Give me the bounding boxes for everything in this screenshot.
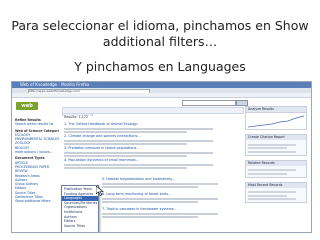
search-input[interactable] xyxy=(182,100,236,106)
panel-text xyxy=(248,150,296,153)
sparkline-graphic xyxy=(247,115,305,128)
panel-text xyxy=(248,191,296,193)
caption-line-1: Para seleccionar el idioma, pinchamos en… xyxy=(11,18,309,33)
related-records-box: Related Records xyxy=(245,159,307,178)
additional-filters-menu: Publication Years Funding Agencies Langu… xyxy=(61,185,99,232)
result-title[interactable]: 5. Habitat fragmentation and biodiversit… xyxy=(102,177,239,181)
result-meta xyxy=(102,216,198,218)
results-toolbar xyxy=(62,107,244,114)
caption-line-3: Y pinchamos en Languages xyxy=(74,59,246,74)
result-meta xyxy=(102,182,219,185)
result-title[interactable]: 2. Climate change and species interactio… xyxy=(64,134,239,138)
result-meta xyxy=(64,131,187,133)
filter-options: Publication Years Funding Agencies Langu… xyxy=(62,186,98,228)
screenshot: Web of Knowledge - Mozilla Firefox http:… xyxy=(11,81,312,233)
result-title[interactable]: 4. Population dynamics of small mammals.… xyxy=(64,158,239,162)
facet-list: Refine Results Search within results for… xyxy=(15,116,59,204)
sidebar-item[interactable]: Search within results for xyxy=(15,122,59,126)
result-meta xyxy=(102,212,219,215)
result-item: 6. Long-term monitoring of forest birds.… xyxy=(102,192,239,203)
caption-line-2: additional filters… xyxy=(102,34,218,49)
analyze-results-box: Analyze Results xyxy=(245,106,307,130)
panel-text xyxy=(248,198,296,200)
results-count: Results: 1,172 xyxy=(64,115,89,119)
result-meta xyxy=(64,151,213,154)
panel-text xyxy=(248,143,296,146)
result-item: 5. Habitat fragmentation and biodiversit… xyxy=(102,177,239,188)
panel-text xyxy=(248,169,296,171)
result-item: 2. Climate change and species interactio… xyxy=(64,134,239,145)
result-meta xyxy=(64,163,213,166)
result-title[interactable]: 1. The Oxford Handbook of Animal Ecology… xyxy=(64,122,239,126)
result-meta xyxy=(102,186,198,188)
result-item: 4. Population dynamics of small mammals.… xyxy=(64,158,239,169)
app-logo[interactable]: web xyxy=(16,102,38,110)
panel-text xyxy=(248,194,288,197)
pointer-icon xyxy=(96,186,104,196)
result-meta xyxy=(102,201,198,203)
citation-report-box: Create Citation Report xyxy=(245,134,307,156)
show-additional-filters-link[interactable]: Show additional filters xyxy=(15,199,59,203)
result-title[interactable]: 7. Trophic cascades in freshwater system… xyxy=(102,207,239,211)
result-item: 1. The Oxford Handbook of Animal Ecology… xyxy=(64,122,239,133)
result-title[interactable]: 6. Long-term monitoring of forest birds.… xyxy=(102,192,239,196)
panel-text xyxy=(248,172,288,175)
sidebar: web Refine Results Search within results… xyxy=(12,98,60,232)
sidebar-item[interactable]: more options / values... xyxy=(15,150,59,154)
result-meta xyxy=(64,167,187,169)
sparkline xyxy=(246,112,306,129)
result-item: 7. Trophic cascades in freshwater system… xyxy=(102,207,239,218)
panel-text xyxy=(248,147,288,149)
result-meta xyxy=(64,155,187,157)
result-meta xyxy=(64,139,213,142)
filter-option[interactable]: Source Titles xyxy=(64,224,98,229)
right-panel: Analyze Results Create Citation Report R… xyxy=(245,106,307,207)
result-item: 3. Predation pressure in island populati… xyxy=(64,146,239,157)
result-meta xyxy=(64,127,213,130)
result-meta xyxy=(102,197,219,200)
result-meta xyxy=(64,143,187,145)
result-title[interactable]: 3. Predation pressure in island populati… xyxy=(64,146,239,150)
recent-records-box: Most Recent Records xyxy=(245,181,307,203)
